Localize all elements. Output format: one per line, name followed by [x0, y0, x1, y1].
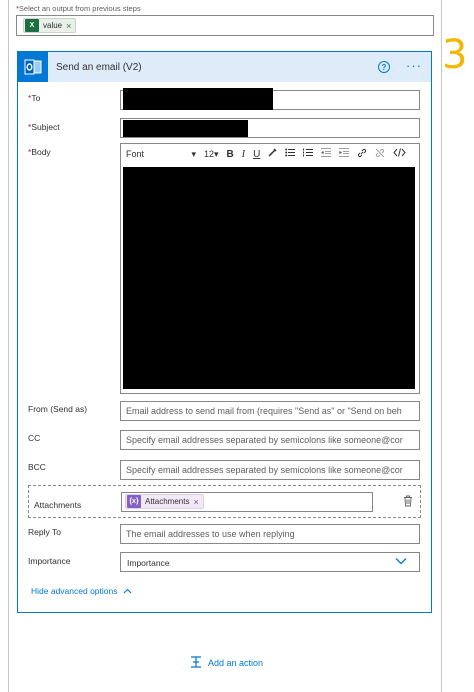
bold-icon[interactable]: B	[227, 149, 234, 160]
attachments-input[interactable]: {x} Attachments ×	[121, 492, 373, 512]
add-action-button[interactable]: Add an action	[190, 656, 263, 670]
insert-link-icon[interactable]	[357, 148, 367, 161]
font-size-dropdown[interactable]: 12 ▾	[204, 149, 219, 160]
body-label: *Body	[28, 147, 51, 157]
increase-indent-icon[interactable]	[339, 148, 350, 160]
send-email-card: Send an email (V2) ? ··· *To *Subject *B…	[17, 51, 432, 613]
more-options-icon[interactable]: ···	[406, 58, 422, 73]
cc-label: CC	[28, 433, 41, 443]
from-input[interactable]: Email address to send mail from (require…	[120, 401, 420, 421]
underline-icon[interactable]: U	[253, 149, 260, 160]
reply-to-input[interactable]: The email addresses to use when replying	[120, 524, 420, 544]
add-action-icon	[190, 656, 202, 670]
cc-input[interactable]: Specify email addresses separated by sem…	[120, 430, 420, 450]
attachments-row: Attachments {x} Attachments ×	[28, 485, 421, 518]
delete-icon[interactable]	[403, 495, 413, 509]
previous-output-input[interactable]: X value ×	[16, 15, 434, 36]
highlight-icon[interactable]	[268, 148, 277, 160]
numbered-list-icon[interactable]	[303, 148, 314, 160]
to-label: *To	[28, 93, 41, 103]
attachments-label: Attachments	[34, 500, 82, 510]
font-dropdown[interactable]: Font ▾	[126, 149, 196, 160]
redacted-to	[123, 88, 273, 110]
importance-label: Importance	[28, 556, 71, 566]
font-dropdown-arrow-icon: ▾	[191, 148, 196, 159]
size-dropdown-arrow-icon: ▾	[214, 148, 219, 159]
from-label: From (Send as)	[28, 404, 88, 414]
chevron-down-icon	[395, 557, 407, 567]
attachments-token[interactable]: {x} Attachments ×	[125, 494, 204, 509]
decrease-indent-icon[interactable]	[321, 148, 332, 160]
card-title: Send an email (V2)	[56, 61, 142, 73]
bulleted-list-icon[interactable]	[285, 148, 296, 160]
redacted-subject	[123, 120, 248, 137]
hide-advanced-options-link[interactable]: Hide advanced options	[31, 586, 132, 596]
expression-icon: {x}	[127, 495, 141, 508]
card-header[interactable]: Send an email (V2) ? ···	[18, 52, 431, 82]
bcc-label: BCC	[28, 462, 46, 472]
subject-input[interactable]	[120, 118, 420, 138]
code-view-icon[interactable]	[393, 148, 407, 160]
importance-select[interactable]: Importance	[120, 552, 420, 572]
help-icon[interactable]: ?	[378, 61, 390, 73]
value-token[interactable]: X value ×	[23, 18, 77, 33]
redacted-body	[123, 167, 415, 389]
chevron-up-icon	[123, 586, 132, 596]
subject-label: *Subject	[28, 122, 60, 132]
remove-link-icon[interactable]	[375, 148, 385, 161]
editor-toolbar: Font ▾ 12 ▾ B I U	[121, 144, 419, 164]
bcc-input[interactable]: Specify email addresses separated by sem…	[120, 460, 420, 480]
page-number-annotation: 3	[442, 32, 468, 78]
reply-to-label: Reply To	[28, 527, 61, 537]
italic-icon[interactable]: I	[242, 149, 245, 160]
remove-token-icon[interactable]: ×	[66, 21, 71, 31]
remove-attachments-token-icon[interactable]: ×	[193, 497, 198, 507]
body-editor[interactable]: Font ▾ 12 ▾ B I U	[120, 143, 420, 394]
excel-icon: X	[25, 19, 39, 32]
previous-output-label: *Select an output from previous steps	[16, 4, 141, 13]
to-input[interactable]	[120, 88, 420, 110]
outlook-icon	[18, 52, 48, 82]
